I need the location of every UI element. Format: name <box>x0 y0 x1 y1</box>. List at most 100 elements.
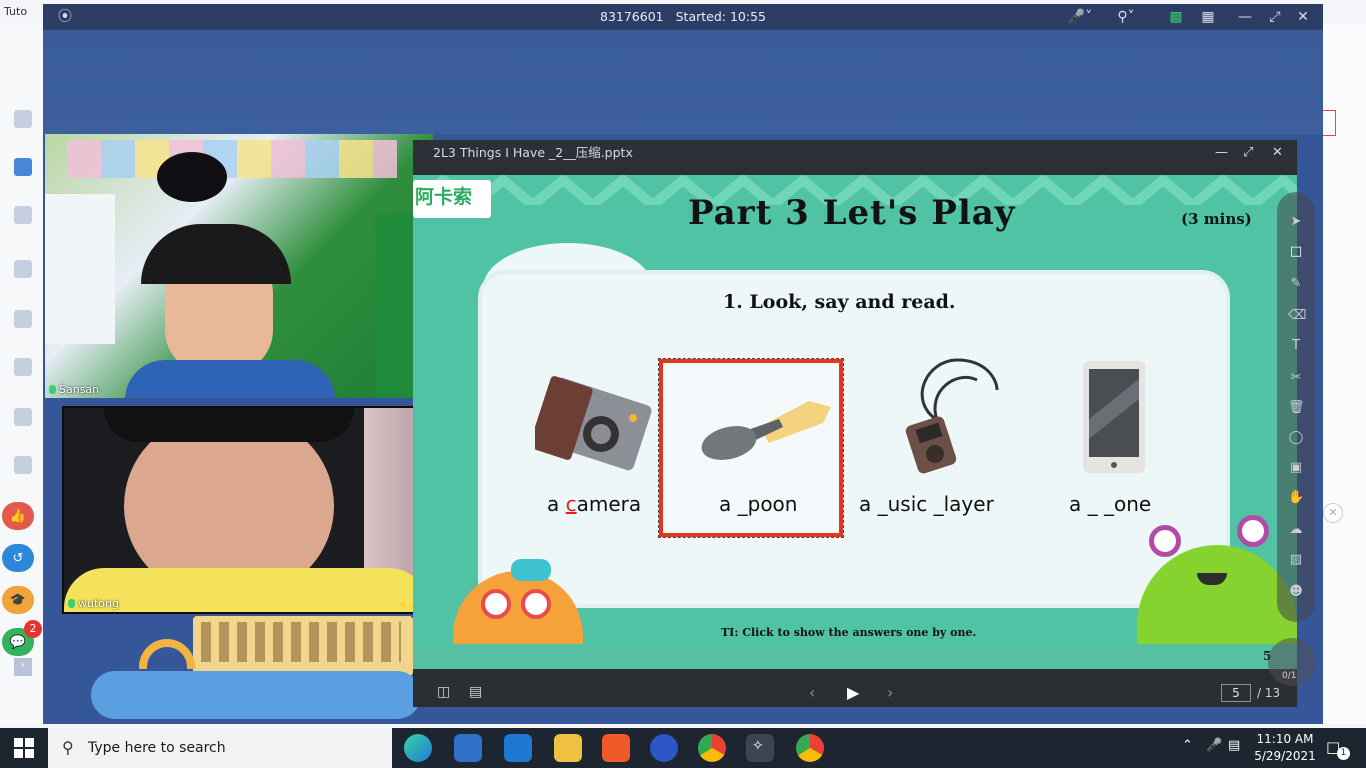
close-icon[interactable]: ✕ <box>1295 8 1311 26</box>
laptop-icon[interactable] <box>14 206 32 224</box>
chrome-icon-2[interactable] <box>796 734 824 762</box>
document-icon[interactable] <box>14 408 32 426</box>
eraser-icon[interactable]: ⌫ <box>1288 308 1306 324</box>
teacher-note: TI: Click to show the answers one by one… <box>721 626 977 639</box>
floating-hand-button[interactable]: 0/1 <box>1268 638 1316 686</box>
file-explorer-icon[interactable] <box>554 734 582 762</box>
brand-logo: 阿卡索 <box>413 180 491 218</box>
session-id: 83176601 <box>600 9 664 24</box>
expand-icon[interactable]: › <box>14 658 32 676</box>
calendar-icon[interactable] <box>14 158 32 176</box>
screen-share-icon[interactable]: ▩ <box>1167 8 1185 26</box>
toolbox-icon[interactable]: ▨ <box>1288 552 1304 568</box>
camera-icon[interactable] <box>535 360 655 475</box>
timer-icon[interactable]: ◯ <box>1288 430 1304 446</box>
clock-time: 11:10 AM <box>1256 732 1314 746</box>
classroom-app-icon[interactable]: ✧ <box>746 734 774 762</box>
cloud-icon[interactable]: ☁ <box>1288 522 1304 538</box>
tray-expand-icon[interactable]: ⌃ <box>1182 738 1193 753</box>
chrome-icon[interactable] <box>698 734 726 762</box>
minimize-icon[interactable]: — <box>1237 8 1253 26</box>
expand-icon[interactable]: ⤢ <box>1243 140 1253 166</box>
monster-eye-left <box>1149 525 1181 557</box>
dismiss-icon[interactable]: ✕ <box>1323 503 1343 523</box>
graduation-cap-icon[interactable]: 🎓 <box>2 586 34 614</box>
teacher-hair <box>141 224 291 284</box>
item-label-spoon: a _poon <box>719 492 798 516</box>
mic-active-icon <box>49 385 56 394</box>
play-icon[interactable]: ▶ <box>847 683 859 702</box>
trash-icon[interactable]: 🗑 <box>1288 400 1305 416</box>
spoon-icon[interactable] <box>699 387 835 467</box>
camera-settings-icon[interactable]: ⚲˅ <box>1111 8 1141 26</box>
search-icon: ⚲ <box>62 738 74 757</box>
hand-icon[interactable]: ✋ <box>1288 490 1304 506</box>
music-player-icon[interactable] <box>897 350 1007 475</box>
item-label-phone: a _ _one <box>1069 492 1152 516</box>
page-input[interactable]: 5 <box>1221 684 1251 702</box>
teacher-bow <box>157 152 227 202</box>
notes-icon[interactable]: ▤ <box>469 684 482 700</box>
presentation-filename: 2L3 Things I Have _2__压缩.pptx <box>433 145 633 160</box>
rainbow-decoration <box>139 639 195 669</box>
background-right-panel <box>1322 24 1366 724</box>
vpn-icon[interactable] <box>650 734 678 762</box>
network-icon[interactable]: ▤ <box>1228 738 1240 753</box>
scissors-icon[interactable]: ✂ <box>1288 370 1304 386</box>
minimize-icon[interactable]: — <box>1215 140 1228 166</box>
background-sidebar: 👍 ↺ 🎓 💬 2 › <box>0 24 44 724</box>
item-label-music-player: a _usic _layer <box>859 492 994 516</box>
drawing-toolbar: ➤ □ ✎ ⌫ T ✂ 🗑 ◯ ▣ ✋ ☁ ▨ ☻ <box>1277 192 1315 622</box>
user-icon[interactable]: ☻ <box>1288 584 1304 600</box>
next-slide-icon[interactable]: › <box>887 683 893 702</box>
instruction-text: 1. Look, say and read. <box>723 291 956 313</box>
slide-canvas[interactable]: 阿卡索 Part 3 Let's Play (3 mins) 1. Look, … <box>413 175 1297 669</box>
taskbar: ⚲ Type here to search ✧ ⌃ 🎤 ▤ 11:10 AM 5… <box>0 728 1366 768</box>
session-started: Started: 10:55 <box>675 9 766 24</box>
clock-date: 5/29/2021 <box>1254 749 1316 763</box>
share-icon[interactable]: ↺ <box>2 544 34 572</box>
sidebar-toggle-icon[interactable]: ◫ <box>437 684 450 700</box>
pointer-icon[interactable]: ➤ <box>1288 214 1304 230</box>
teacher-name-label: Sansan <box>49 383 99 396</box>
select-icon[interactable]: □ <box>1288 244 1304 260</box>
monster-eye-right <box>1237 515 1269 547</box>
windows-start-icon[interactable] <box>14 738 34 758</box>
star-icon[interactable] <box>14 456 32 474</box>
teacher-name: Sansan <box>59 383 100 396</box>
classroom-top-area <box>43 30 1323 134</box>
cloud-decoration <box>91 671 421 719</box>
slide-title: Part 3 Let's Play <box>688 193 1016 233</box>
text-icon[interactable]: T <box>1288 338 1304 354</box>
pen-icon[interactable]: ✎ <box>1288 276 1304 292</box>
teacher-video[interactable]: Sansan <box>45 134 433 398</box>
edge-icon[interactable] <box>404 734 432 762</box>
edit-icon[interactable]: ▣ <box>1288 460 1304 476</box>
contacts-icon[interactable] <box>14 358 32 376</box>
page-total: / 13 <box>1257 686 1281 700</box>
layout-icon[interactable]: ▦ <box>1199 8 1217 26</box>
like-icon[interactable]: 👍 <box>2 502 34 530</box>
student-name-label: wutong <box>68 597 119 610</box>
logo-text: 阿卡索 <box>415 186 473 208</box>
wallet-icon[interactable] <box>14 260 32 278</box>
prev-slide-icon[interactable]: ‹ <box>809 683 815 702</box>
phone-icon[interactable] <box>1081 359 1147 475</box>
trophy-icon: ★ <box>397 598 408 611</box>
mail-icon[interactable] <box>504 734 532 762</box>
microphone-icon[interactable]: 🎤˅ <box>1065 8 1095 26</box>
notification-count: 1 <box>1337 747 1350 760</box>
student-video[interactable]: wutong ★x9 <box>62 406 427 614</box>
system-clock[interactable]: 11:10 AM 5/29/2021 <box>1250 731 1320 765</box>
close-icon[interactable]: ✕ <box>1272 140 1283 166</box>
mic-active-icon <box>68 599 75 608</box>
presentation-controls: ◫ ▤ ‹ ▶ › 5 / 13 <box>413 680 1297 707</box>
brave-icon[interactable] <box>602 734 630 762</box>
taskbar-search[interactable]: ⚲ Type here to search <box>48 728 392 768</box>
store-icon[interactable] <box>454 734 482 762</box>
tray-mic-icon[interactable]: 🎤 <box>1206 738 1222 753</box>
home-icon[interactable] <box>14 110 32 128</box>
teacher-shirt <box>125 360 335 398</box>
group-icon[interactable] <box>14 310 32 328</box>
fullscreen-icon[interactable]: ⤢ <box>1267 8 1283 26</box>
